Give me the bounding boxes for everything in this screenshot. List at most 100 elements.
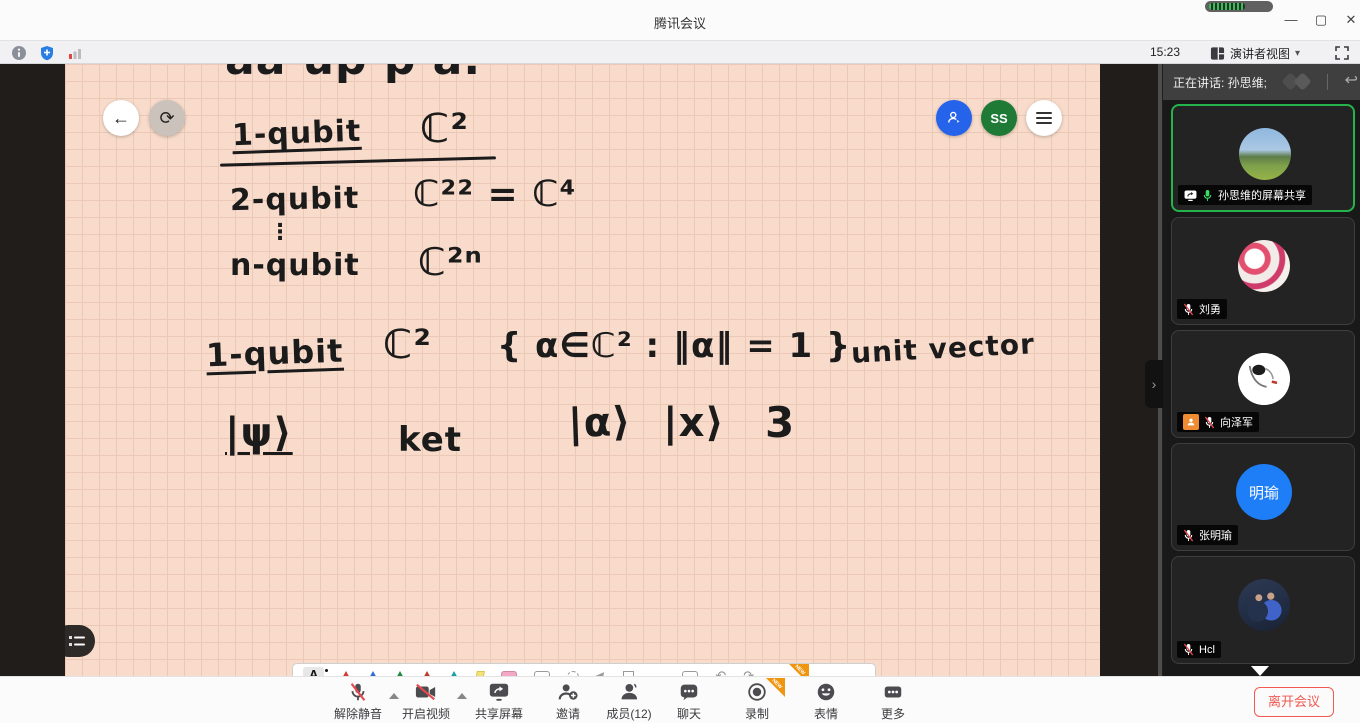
leave-meeting-button[interactable]: 离开会议 bbox=[1254, 687, 1334, 717]
presenter-person-icon bbox=[945, 109, 963, 127]
hamburger-icon bbox=[1036, 112, 1052, 114]
audio-level-bars-icon bbox=[1209, 3, 1245, 10]
text-tool[interactable]: A bbox=[303, 667, 324, 676]
back-arrow-icon: ← bbox=[112, 108, 130, 129]
network-signal-icon[interactable] bbox=[67, 45, 83, 61]
speaking-banner: 正在讲话: 孙思维; ↩ bbox=[1163, 64, 1360, 100]
minimize-button[interactable]: — bbox=[1280, 10, 1302, 30]
presenter-initials: SS bbox=[990, 111, 1007, 126]
share-screen-button[interactable]: 共享屏幕 bbox=[475, 681, 523, 722]
participant-tile[interactable]: 刘勇 bbox=[1171, 217, 1355, 325]
follow-presenter-button[interactable] bbox=[936, 100, 972, 136]
record-button[interactable]: NEW 录制 bbox=[745, 681, 769, 722]
layout-view-icon bbox=[1210, 46, 1225, 61]
page-list-button[interactable] bbox=[65, 625, 95, 657]
participant-name: 张明瑜 bbox=[1199, 527, 1232, 543]
note-row4-left: 1-qubit bbox=[205, 332, 344, 375]
emoji-button[interactable]: 表情 bbox=[814, 681, 838, 722]
reply-arrow-icon[interactable]: ↩ bbox=[1345, 70, 1358, 90]
presenter-avatar[interactable]: SS bbox=[981, 100, 1017, 136]
whiteboard-back-button[interactable]: ← bbox=[103, 100, 139, 136]
chat-button[interactable]: 聊天 bbox=[677, 681, 701, 722]
divider bbox=[1327, 74, 1328, 90]
avatar: 明瑜 bbox=[1236, 464, 1292, 520]
note-row5-x: |x⟩ bbox=[663, 400, 725, 446]
members-button[interactable]: 成员(12) bbox=[606, 681, 651, 722]
note-vdots: ⋮ bbox=[269, 220, 292, 245]
sidebar-collapse-handle[interactable]: › bbox=[1145, 360, 1163, 408]
share-screen-icon bbox=[487, 681, 511, 703]
participant-tile[interactable]: Hcl bbox=[1171, 556, 1355, 664]
meeting-window: 腾讯会议 — ▢ ✕ 15:23 演讲者视图 ▾ bbox=[0, 0, 1360, 723]
chevron-right-icon: › bbox=[1152, 376, 1157, 392]
cursor-tool[interactable] bbox=[594, 669, 608, 676]
avatar bbox=[1239, 128, 1291, 180]
fullscreen-icon[interactable] bbox=[1334, 45, 1350, 61]
record-icon bbox=[746, 681, 768, 703]
redo-icon[interactable]: ↷ bbox=[743, 668, 754, 676]
participant-nametag: 向泽军 bbox=[1177, 412, 1259, 432]
view-mode-label: 演讲者视图 bbox=[1230, 45, 1290, 62]
note-row5-three: 3 bbox=[765, 398, 795, 447]
note-row1-right: ℂ² bbox=[420, 106, 469, 152]
participant-tile[interactable]: 明瑜 张明瑜 bbox=[1171, 443, 1355, 551]
whiteboard-menu-button[interactable] bbox=[1026, 100, 1062, 136]
drawing-toolbar: A ↶ ↷ NEW bbox=[292, 663, 876, 676]
participant-name: Hcl bbox=[1199, 644, 1215, 656]
participant-name: 刘勇 bbox=[1199, 301, 1221, 317]
participant-tile[interactable]: 向泽军 bbox=[1171, 330, 1355, 438]
avatar bbox=[1238, 353, 1290, 405]
members-label: 成员(12) bbox=[606, 705, 651, 722]
speaking-label: 正在讲话: 孙思维; bbox=[1173, 74, 1267, 91]
share-screen-label: 共享屏幕 bbox=[475, 705, 523, 722]
undo-icon[interactable]: ↶ bbox=[715, 668, 726, 676]
maximize-button[interactable]: ▢ bbox=[1310, 10, 1332, 30]
video-options-caret[interactable] bbox=[457, 693, 467, 699]
meeting-info-icon[interactable] bbox=[11, 45, 27, 61]
note-row1-left: 1-qubit bbox=[231, 114, 361, 153]
avatar-initials: 明瑜 bbox=[1249, 482, 1279, 503]
more-dots-icon bbox=[882, 681, 904, 703]
avatar bbox=[1238, 240, 1290, 292]
note-row2-right: ℂ²² = ℂ⁴ bbox=[413, 174, 576, 215]
participants-sidebar: 正在讲话: 孙思维; ↩ 孙思维的屏幕共享 bbox=[1163, 64, 1360, 676]
unmute-button[interactable]: 解除静音 bbox=[334, 681, 382, 722]
note-row2-left: 2-qubit bbox=[230, 181, 360, 218]
chat-bubble-icon bbox=[678, 681, 700, 703]
toolbar-new-badge: NEW bbox=[789, 664, 809, 676]
security-shield-icon[interactable] bbox=[39, 45, 55, 61]
unmute-label: 解除静音 bbox=[334, 705, 382, 722]
window-title: 腾讯会议 bbox=[0, 13, 1360, 32]
start-video-button[interactable]: 开启视频 bbox=[402, 681, 450, 722]
members-icon bbox=[618, 681, 640, 703]
sync-rotate-icon: ⟳ bbox=[159, 108, 174, 129]
record-label: 录制 bbox=[745, 705, 769, 722]
dog-sketch bbox=[1238, 353, 1290, 405]
emoji-smiley-icon bbox=[815, 681, 837, 703]
note-row3-right: ℂ²ⁿ bbox=[418, 240, 483, 284]
participant-tile-screen-share[interactable]: 孙思维的屏幕共享 bbox=[1171, 104, 1355, 212]
avatar bbox=[1238, 579, 1290, 631]
start-video-label: 开启视频 bbox=[402, 705, 450, 722]
more-button[interactable]: 更多 bbox=[881, 681, 905, 722]
invite-button[interactable]: 邀请 bbox=[556, 681, 580, 722]
participant-name: 向泽军 bbox=[1220, 414, 1253, 430]
whiteboard-sync-button[interactable]: ⟳ bbox=[149, 100, 185, 136]
audio-options-caret[interactable] bbox=[389, 693, 399, 699]
chat-label: 聊天 bbox=[677, 705, 701, 722]
scroll-down-arrow-icon[interactable] bbox=[1251, 666, 1269, 676]
host-badge-icon bbox=[1183, 414, 1199, 430]
participant-name: 孙思维的屏幕共享 bbox=[1218, 187, 1306, 203]
note-row5-alpha: |α⟩ bbox=[567, 399, 632, 447]
view-mode-switcher[interactable]: 演讲者视图 ▾ bbox=[1210, 44, 1300, 62]
note-row4-set: { α∈ℂ² : ‖α‖ = 1 } bbox=[497, 326, 851, 366]
mic-muted-icon bbox=[1183, 303, 1194, 316]
participant-nametag: 刘勇 bbox=[1177, 299, 1227, 319]
emoji-label: 表情 bbox=[814, 705, 838, 722]
close-button[interactable]: ✕ bbox=[1340, 10, 1360, 30]
note-row5-psi: |ψ⟩ bbox=[225, 410, 293, 456]
shared-whiteboard[interactable]: aa up p a. 1-qubit ℂ² 2-qubit ℂ²² = ℂ⁴ ⋮… bbox=[65, 64, 1100, 676]
mic-muted-icon bbox=[347, 681, 369, 703]
screen-share-icon bbox=[1184, 190, 1197, 201]
mic-muted-icon bbox=[1183, 529, 1194, 542]
